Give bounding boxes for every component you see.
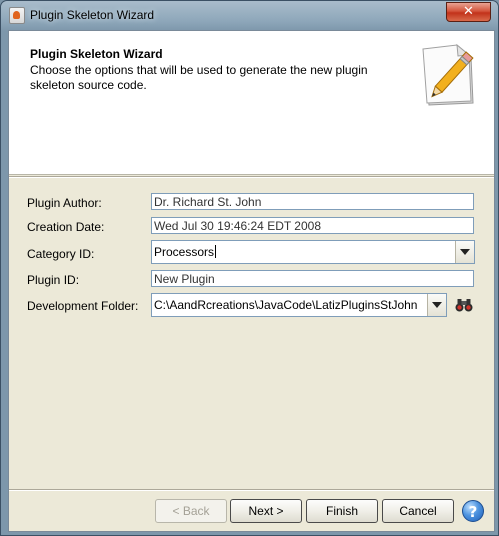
footer-separator: [9, 489, 494, 491]
cancel-button[interactable]: Cancel: [382, 499, 454, 523]
title-bar[interactable]: Plugin Skeleton Wizard ✕: [1, 1, 498, 29]
header-description: Choose the options that will be used to …: [30, 63, 368, 92]
category-id-label: Category ID:: [27, 247, 95, 261]
plugin-id-label: Plugin ID:: [27, 273, 80, 287]
java-app-icon: [9, 7, 25, 24]
creation-date-label: Creation Date:: [27, 220, 105, 234]
plugin-id-field[interactable]: New Plugin: [151, 270, 474, 287]
folder-dropdown-arrow-icon[interactable]: [427, 294, 446, 316]
back-button[interactable]: < Back: [155, 499, 227, 523]
close-button[interactable]: ✕: [446, 2, 491, 22]
category-id-combo[interactable]: Processors: [151, 240, 475, 264]
finish-button[interactable]: Finish: [306, 499, 378, 523]
wizard-window: Plugin Skeleton Wizard ✕ Plugin Skeleton…: [0, 0, 499, 536]
development-folder-value: C:\AandRcreations\JavaCode\LatizPluginsS…: [154, 298, 418, 312]
category-dropdown-arrow-icon[interactable]: [455, 241, 474, 263]
text-cursor: [215, 245, 217, 258]
notepad-pencil-icon: [422, 43, 474, 106]
header-separator: [9, 176, 494, 178]
author-field[interactable]: Dr. Richard St. John: [151, 193, 474, 210]
help-icon[interactable]: ?: [462, 500, 484, 522]
next-button[interactable]: Next >: [230, 499, 302, 523]
wizard-content: Plugin Skeleton Wizard Choose the option…: [8, 30, 495, 532]
creation-date-field[interactable]: Wed Jul 30 19:46:24 EDT 2008: [151, 217, 474, 234]
development-folder-combo[interactable]: C:\AandRcreations\JavaCode\LatizPluginsS…: [151, 293, 447, 317]
binoculars-browse-icon[interactable]: [455, 298, 473, 312]
category-id-value: Processors: [154, 245, 215, 259]
window-title: Plugin Skeleton Wizard: [30, 8, 155, 22]
wizard-header: Plugin Skeleton Wizard Choose the option…: [9, 31, 494, 175]
header-title: Plugin Skeleton Wizard: [30, 47, 163, 61]
development-folder-label: Development Folder:: [27, 299, 139, 313]
author-label: Plugin Author:: [27, 196, 102, 210]
